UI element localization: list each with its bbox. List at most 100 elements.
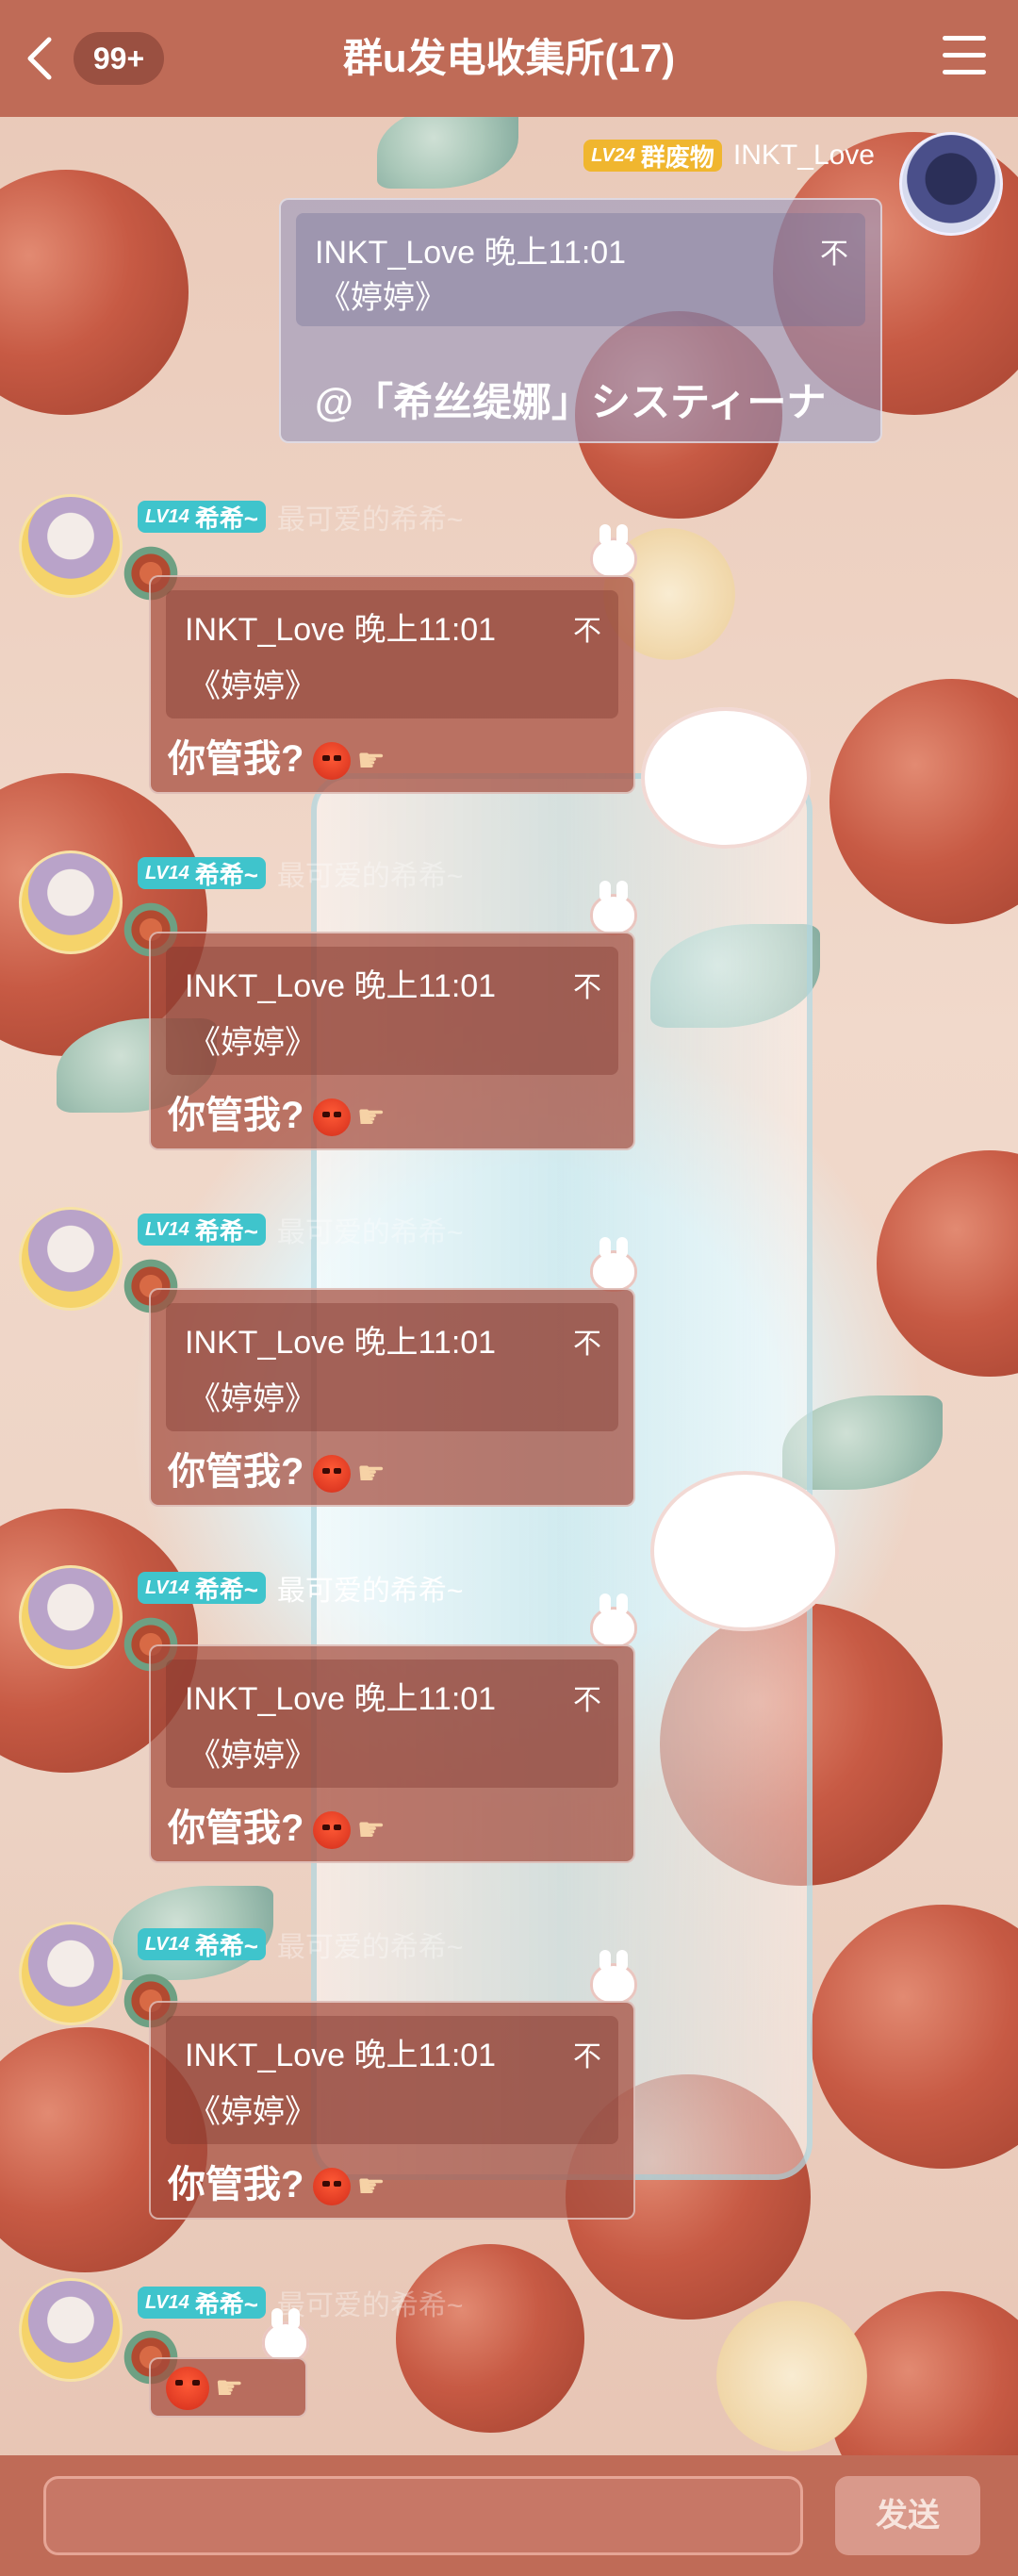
- message-header: LV14 希希~ 最可爱的希希~: [138, 496, 463, 537]
- quote-text: 《婷婷》: [189, 1025, 317, 1061]
- avatar[interactable]: [19, 1207, 123, 1311]
- level-tag: LV14 希希~: [138, 857, 266, 889]
- chat-header: 99+ 群u发电收集所(17): [0, 0, 1018, 117]
- send-button[interactable]: 发送: [835, 2476, 980, 2555]
- quote-close: 不: [573, 1329, 601, 1360]
- wallpaper-berry: [829, 679, 1018, 924]
- quote-sender-time: INKT_Love 晚上11:01: [185, 1325, 497, 1361]
- wallpaper-berry: [811, 1905, 1018, 2169]
- quote-sender-time: INKT_Love 晚上11:01: [185, 2038, 497, 2073]
- sender-name[interactable]: 最可爱的希希~: [277, 496, 464, 537]
- message-input[interactable]: [43, 2476, 803, 2555]
- quoted-message[interactable]: INKT_Love 晚上11:01 《婷婷》 不: [166, 2016, 618, 2144]
- group-title: 希希~: [194, 860, 258, 889]
- angry-face-icon: [313, 1811, 352, 1850]
- message-header-self: LV24 群废物 INKT_Love: [583, 140, 875, 172]
- message-bubble[interactable]: ☛: [149, 2357, 307, 2418]
- level-tag: LV14 希希~: [138, 501, 266, 533]
- avatar[interactable]: [19, 1565, 123, 1669]
- quote-close: 不: [820, 239, 848, 270]
- quote-text: 《婷婷》: [189, 1738, 317, 1774]
- message-bubble[interactable]: INKT_Love 晚上11:01 《婷婷》 不 你管我? ☛: [149, 2001, 635, 2220]
- sender-name[interactable]: INKT_Love: [733, 140, 875, 172]
- unread-badge[interactable]: 99+: [74, 32, 164, 85]
- level-tag: LV24 群废物: [583, 140, 722, 172]
- bunny-sticker-icon: [590, 1593, 637, 1648]
- quoted-message[interactable]: INKT_Love 晚上11:01 《婷婷》 不: [296, 213, 865, 326]
- angry-face-icon: [313, 2168, 352, 2206]
- pointing-hand-icon: ☛: [356, 2169, 386, 2205]
- angry-face-icon: [313, 742, 352, 781]
- quote-text: 《婷婷》: [189, 2094, 317, 2130]
- group-title: 希希~: [194, 1931, 258, 1960]
- sender-name[interactable]: 最可爱的希希~: [277, 2282, 464, 2323]
- quote-close: 不: [573, 1685, 601, 1716]
- quoted-message[interactable]: INKT_Love 晚上11:01 《婷婷》 不: [166, 590, 618, 718]
- pointing-hand-icon: ☛: [356, 1099, 386, 1136]
- quote-text: 《婷婷》: [189, 1381, 317, 1417]
- avatar[interactable]: [899, 132, 1003, 236]
- avatar[interactable]: [19, 1922, 123, 2025]
- avatar[interactable]: [19, 494, 123, 598]
- level-number: LV14: [145, 2291, 189, 2313]
- message-header: LV14 希希~ 最可爱的希希~: [138, 1924, 463, 1965]
- message-text: 你管我?: [168, 1451, 304, 1493]
- quote-sender-time: INKT_Love 晚上11:01: [315, 235, 627, 271]
- message-text: 你管我?: [168, 1808, 304, 1849]
- level-number: LV14: [145, 1577, 189, 1598]
- chat-input-bar: 发送: [0, 2455, 1018, 2576]
- message-header: LV14 希希~ 最可爱的希希~: [138, 852, 463, 894]
- level-number: LV14: [145, 1933, 189, 1955]
- bunny-sticker-icon: [590, 524, 637, 579]
- sender-name[interactable]: 最可爱的希希~: [277, 1567, 464, 1609]
- message-bubble[interactable]: INKT_Love 晚上11:01 《婷婷》 不 你管我? ☛: [149, 575, 635, 794]
- level-tag: LV14 希希~: [138, 1572, 266, 1604]
- message-bubble-self[interactable]: INKT_Love 晚上11:01 《婷婷》 不 @「希丝缇娜」システィーナ: [279, 198, 882, 443]
- pointing-hand-icon: ☛: [215, 2370, 244, 2406]
- avatar[interactable]: [19, 850, 123, 954]
- sender-name[interactable]: 最可爱的希希~: [277, 1209, 464, 1250]
- message-content: ☛: [166, 2367, 243, 2410]
- bunny-sticker-icon: [590, 1237, 637, 1292]
- message-content: 你管我? ☛: [168, 1797, 386, 1852]
- message-content: 你管我? ☛: [168, 2154, 386, 2208]
- chevron-left-icon: [27, 37, 52, 80]
- message-header: LV14 希希~ 最可爱的希希~: [138, 1567, 463, 1609]
- quote-sender-time: INKT_Love 晚上11:01: [185, 1681, 497, 1717]
- quote-close: 不: [573, 972, 601, 1003]
- message-bubble[interactable]: INKT_Love 晚上11:01 《婷婷》 不 你管我? ☛: [149, 1644, 635, 1863]
- message-text: 你管我?: [168, 2164, 304, 2205]
- group-title: 希希~: [194, 504, 258, 533]
- group-title: 希希~: [194, 1575, 258, 1604]
- quoted-message[interactable]: INKT_Love 晚上11:01 《婷婷》 不: [166, 1660, 618, 1788]
- message-bubble[interactable]: INKT_Love 晚上11:01 《婷婷》 不 你管我? ☛: [149, 1288, 635, 1507]
- quoted-message[interactable]: INKT_Love 晚上11:01 《婷婷》 不: [166, 947, 618, 1075]
- wallpaper-berry: [877, 1150, 1018, 1377]
- group-title: 群废物: [640, 142, 714, 172]
- wallpaper-berry: [0, 170, 189, 415]
- level-number: LV14: [145, 862, 189, 883]
- hamburger-menu-icon[interactable]: [943, 36, 986, 75]
- quote-text: 《婷婷》: [189, 669, 317, 704]
- wallpaper-flower: [716, 2301, 867, 2452]
- angry-face-icon: [166, 2367, 209, 2410]
- level-tag: LV14 希希~: [138, 1928, 266, 1960]
- level-tag: LV14 希希~: [138, 2287, 266, 2319]
- sender-name[interactable]: 最可爱的希希~: [277, 1924, 464, 1965]
- group-title: 希希~: [194, 2289, 258, 2319]
- level-number: LV24: [591, 144, 635, 166]
- quote-close: 不: [573, 616, 601, 647]
- bunny-sticker-icon: [590, 881, 637, 935]
- level-number: LV14: [145, 505, 189, 527]
- angry-face-icon: [313, 1455, 352, 1494]
- message-bubble[interactable]: INKT_Love 晚上11:01 《婷婷》 不 你管我? ☛: [149, 932, 635, 1150]
- back-button[interactable]: [19, 30, 60, 87]
- sender-name[interactable]: 最可爱的希希~: [277, 852, 464, 894]
- pointing-hand-icon: ☛: [356, 743, 386, 780]
- avatar[interactable]: [19, 2278, 123, 2382]
- pointing-hand-icon: ☛: [356, 1812, 386, 1849]
- message-content: 你管我? ☛: [168, 1084, 386, 1139]
- quoted-message[interactable]: INKT_Love 晚上11:01 《婷婷》 不: [166, 1303, 618, 1431]
- wallpaper-bunny: [650, 1471, 839, 1631]
- quote-sender-time: INKT_Love 晚上11:01: [185, 612, 497, 648]
